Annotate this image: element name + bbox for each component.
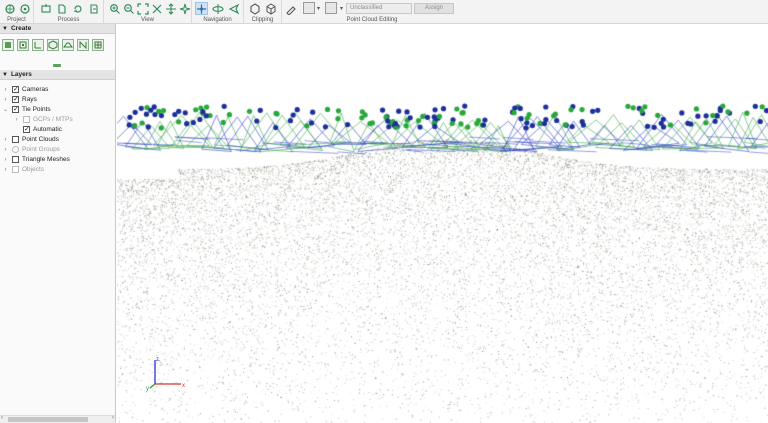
- layer-label: Point Clouds: [22, 136, 59, 143]
- zoom-extent-icon[interactable]: [136, 2, 149, 15]
- new-polyline-icon[interactable]: [32, 39, 44, 51]
- zoom-fit-icon[interactable]: [150, 2, 163, 15]
- zoom-out-icon[interactable]: [122, 2, 135, 15]
- clipping-group-label: Clipping: [251, 17, 274, 23]
- layer-label: GCPs / MTPs: [33, 116, 73, 123]
- layer-visibility-checkbox[interactable]: [12, 85, 19, 95]
- axis-gizmo: z y x: [146, 357, 185, 392]
- assign-button[interactable]: Assign: [414, 3, 454, 14]
- zoom-in-icon[interactable]: [108, 2, 121, 15]
- layer-label: Tie Points: [22, 106, 51, 113]
- clipping-group: Clipping: [244, 0, 282, 24]
- layer-visibility-checkbox[interactable]: [12, 136, 19, 143]
- create-title: Create: [10, 25, 32, 32]
- point-cloud-editing-group: ▾ ▾ Unclassified Assign Point Cloud Edit…: [282, 0, 462, 24]
- panel-splitter[interactable]: [53, 64, 61, 67]
- expand-icon[interactable]: ›: [2, 155, 9, 165]
- new-grid-icon[interactable]: [92, 39, 104, 51]
- layer-row-objects[interactable]: › Objects: [0, 165, 115, 175]
- layer-visibility-checkbox[interactable]: [12, 156, 19, 163]
- layer-visibility-checkbox[interactable]: [12, 105, 19, 115]
- selection-dropdown-icon[interactable]: ▾: [317, 5, 320, 12]
- navigate-icon[interactable]: [195, 2, 208, 15]
- expand-icon[interactable]: ›: [13, 115, 20, 125]
- left-panel: ▼Create ▼Layers ›Cameras›Rays⌄Tie Points…: [0, 24, 116, 423]
- clip-box-icon[interactable]: [248, 2, 261, 15]
- class-select[interactable]: Unclassified: [346, 3, 412, 14]
- scroll-thumb[interactable]: [8, 417, 88, 422]
- layer-visibility-checkbox[interactable]: [23, 125, 30, 135]
- panel-horizontal-scrollbar[interactable]: ‹ ›: [0, 415, 115, 423]
- layer-row-gcps-mtps[interactable]: › GCPs / MTPs: [0, 115, 115, 125]
- brush-icon[interactable]: [284, 2, 297, 15]
- layer-row-point-clouds[interactable]: › Point Clouds: [0, 135, 115, 145]
- layer-visibility-checkbox[interactable]: [12, 95, 19, 105]
- process-group: Process: [34, 0, 104, 24]
- expand-icon[interactable]: ⌄: [2, 105, 9, 115]
- new-volume-icon[interactable]: [47, 39, 59, 51]
- export-icon[interactable]: [87, 2, 100, 15]
- navigation-group: Navigation: [192, 0, 244, 24]
- color-dropdown-icon[interactable]: ▾: [340, 5, 343, 12]
- view-group-label: View: [141, 17, 154, 23]
- selection-icon[interactable]: [303, 2, 315, 14]
- project-group: Project: [0, 0, 34, 24]
- clip-plane-icon[interactable]: [264, 2, 277, 15]
- fly-icon[interactable]: [227, 2, 240, 15]
- point-cloud-scene[interactable]: [117, 24, 768, 423]
- georeference-icon[interactable]: [18, 2, 31, 15]
- reprocess-icon[interactable]: [71, 2, 84, 15]
- collapse-icon: ▼: [2, 26, 8, 32]
- layer-row-triangle-meshes[interactable]: › Triangle Meshes: [0, 155, 115, 165]
- new-ortho-region-icon[interactable]: [17, 39, 29, 51]
- layer-row-automatic[interactable]: Automatic: [0, 125, 115, 135]
- add-photos-icon[interactable]: [39, 2, 52, 15]
- expand-icon[interactable]: ›: [2, 145, 9, 155]
- layer-label: Objects: [22, 166, 45, 173]
- aerial-view-icon[interactable]: [178, 2, 191, 15]
- layer-row-cameras[interactable]: › Cameras: [0, 85, 115, 95]
- layer-label: Cameras: [22, 86, 49, 93]
- layers-title: Layers: [10, 71, 32, 78]
- new-mtp-icon[interactable]: [2, 39, 14, 51]
- z-axis-label: z: [156, 357, 159, 363]
- expand-icon[interactable]: ›: [2, 165, 9, 175]
- layer-row-point-groups[interactable]: › Point Groups: [0, 145, 115, 155]
- collapse-icon: ▼: [2, 72, 8, 78]
- layer-visibility-checkbox[interactable]: [23, 116, 30, 123]
- layer-label: Point Groups: [22, 146, 60, 153]
- point-cloud-editing-group-label: Point Cloud Editing: [346, 17, 398, 23]
- view-group: View: [104, 0, 192, 24]
- expand-icon[interactable]: ›: [2, 135, 9, 145]
- open-project-icon[interactable]: [3, 2, 16, 15]
- color-swatch[interactable]: [325, 2, 337, 14]
- layers-tree: ›Cameras›Rays⌄Tie Points›GCPs / MTPsAuto…: [0, 85, 115, 175]
- layer-label: Triangle Meshes: [22, 156, 70, 163]
- expand-icon[interactable]: ›: [2, 95, 9, 105]
- layer-visibility-checkbox[interactable]: [12, 166, 19, 173]
- new-surface-icon[interactable]: [62, 39, 74, 51]
- open-file-icon[interactable]: [55, 2, 68, 15]
- new-measure-icon[interactable]: [77, 39, 89, 51]
- create-header[interactable]: ▼ Create: [0, 24, 115, 34]
- expand-icon[interactable]: ›: [2, 85, 9, 95]
- orbit-icon[interactable]: [211, 2, 224, 15]
- y-axis-line: [149, 383, 156, 389]
- layer-label: Rays: [22, 96, 37, 103]
- layers-header[interactable]: ▼ Layers: [0, 70, 115, 80]
- layer-visibility-checkbox[interactable]: [12, 146, 19, 153]
- navigation-group-label: Navigation: [203, 17, 232, 23]
- process-group-label: Process: [57, 17, 80, 23]
- layer-label: Automatic: [33, 126, 62, 133]
- x-axis-label: x: [182, 383, 185, 389]
- scroll-right-icon[interactable]: ›: [112, 415, 114, 421]
- layer-row-rays[interactable]: › Rays: [0, 95, 115, 105]
- pan-view-icon[interactable]: [164, 2, 177, 15]
- layer-row-tie-points[interactable]: ⌄ Tie Points: [0, 105, 115, 115]
- 3d-viewport[interactable]: z y x: [117, 24, 768, 423]
- y-axis-label: y: [146, 386, 149, 392]
- project-group-label: Project: [7, 17, 26, 23]
- scroll-left-icon[interactable]: ‹: [1, 415, 3, 421]
- ribbon-toolbar: Project Process View Navigation Clipping…: [0, 0, 768, 24]
